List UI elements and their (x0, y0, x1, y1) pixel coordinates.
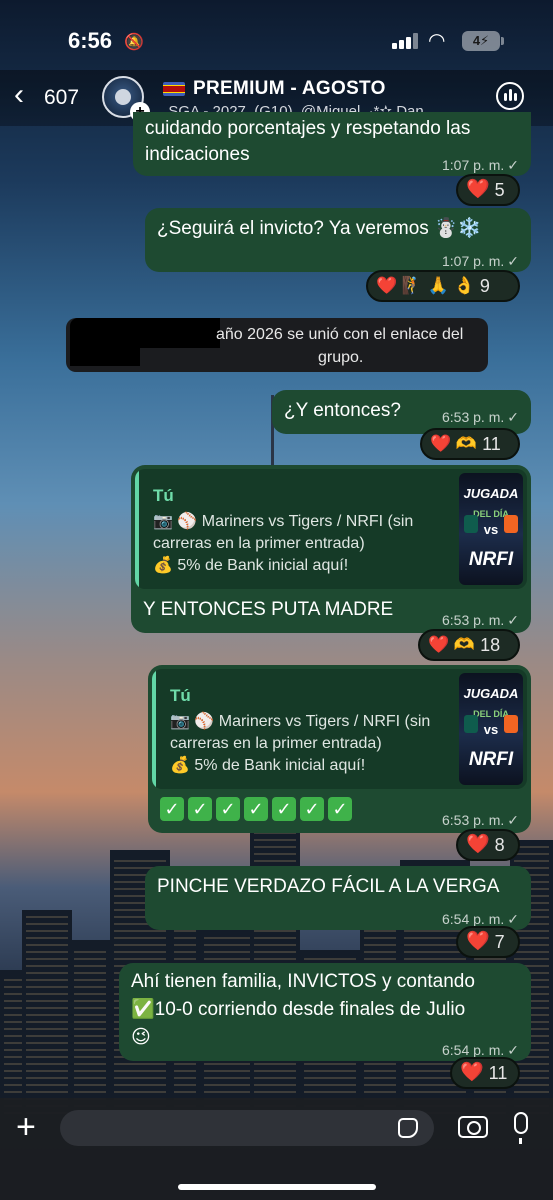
reaction-pill[interactable]: ❤️ 🫶 18 (418, 629, 520, 661)
message-composer: + (0, 1098, 553, 1200)
sticker-icon[interactable] (398, 1118, 418, 1138)
message-text: ¿Seguirá el invicto? Ya veremos ☃️❄️ (157, 218, 482, 239)
check-mark-icon: ✓ (272, 797, 296, 821)
message-text: ¿Y entonces? (284, 400, 401, 421)
redacted-name (70, 344, 140, 366)
camera-icon[interactable] (458, 1116, 488, 1138)
reply-message-bubble[interactable]: Tú 📷 ⚾ Mariners vs Tigers / NRFI (sin ca… (148, 665, 531, 833)
reaction-emojis: ❤️ 🫶 (430, 434, 478, 453)
tigers-logo-icon (504, 515, 518, 533)
reaction-count: 8 (494, 835, 505, 855)
thumbnail-tag: NRFI (468, 749, 514, 770)
reaction-count: 18 (480, 635, 501, 655)
message-bubble[interactable]: cuidando porcentajes y respetando las in… (133, 112, 531, 176)
message-bubble[interactable]: Ahí tienen familia, INVICTOS y contando … (119, 963, 531, 1061)
heart-reaction-icon: ❤️ (466, 931, 490, 952)
quote-text: carreras en la primer entrada) (153, 535, 365, 552)
bell-muted-icon: 🔕 (124, 34, 144, 51)
check-mark-icon: ✓ (216, 797, 240, 821)
system-text: año 2026 se unió con el enlace del (216, 326, 464, 343)
back-chevron-icon[interactable]: ‹ (14, 80, 24, 110)
flag-icon (163, 82, 185, 96)
microphone-icon[interactable] (514, 1112, 528, 1144)
reaction-pill[interactable]: ❤️ 🫶 11 (420, 428, 520, 460)
reaction-pill[interactable]: ❤️ 8 (456, 829, 520, 861)
heart-reaction-icon: ❤️ (460, 1062, 484, 1083)
reaction-emojis: ❤️ 🧗 🙏 👌 (376, 276, 475, 295)
reaction-count: 11 (488, 1063, 508, 1083)
check-mark-icon: ✓ (160, 797, 184, 821)
quote-text: 📷 ⚾ Mariners vs Tigers / NRFI (sin (170, 713, 431, 730)
message-bubble[interactable]: ¿Seguirá el invicto? Ya veremos ☃️❄️ 1:0… (145, 208, 531, 272)
system-text: grupo. (318, 349, 364, 366)
reaction-pill[interactable]: ❤️ 🧗 🙏 👌 9 (366, 270, 520, 302)
quote-text: 💰 5% de Bank inicial aquí! (153, 557, 349, 574)
message-text: indicaciones (145, 144, 250, 165)
reply-message-bubble[interactable]: Tú 📷 ⚾ Mariners vs Tigers / NRFI (sin ca… (131, 465, 531, 633)
heart-reaction-icon: ❤️ (466, 834, 490, 855)
quote-text: carreras en la primer entrada) (170, 735, 382, 752)
reaction-pill[interactable]: ❤️ 7 (456, 926, 520, 958)
quote-thumbnail: JUGADA DEL DÍA vs NRFI (459, 673, 523, 785)
system-message: año 2026 se unió con el enlace del grupo… (66, 318, 488, 372)
message-input[interactable] (60, 1110, 434, 1146)
tigers-logo-icon (504, 715, 518, 733)
quote-author: Tú (170, 686, 191, 705)
quote-text: 📷 ⚾ Mariners vs Tigers / NRFI (sin (153, 513, 414, 530)
voice-chat-icon[interactable] (496, 82, 524, 110)
message-text: PINCHE VERDAZO FÁCIL A LA VERGA (157, 876, 500, 897)
message-time: 6:53 p. m. ✓ (442, 409, 519, 425)
unread-count[interactable]: 607 (44, 86, 79, 110)
quote-thumbnail: JUGADA DEL DÍA vs NRFI (459, 473, 523, 585)
reaction-count: 5 (494, 180, 505, 200)
chat-title[interactable]: PREMIUM - AGOSTO (193, 78, 386, 100)
check-mark-icon: ✓ (244, 797, 268, 821)
cellular-signal-icon (392, 33, 422, 49)
status-time: 6:56 (68, 28, 113, 53)
thumbnail-title: JUGADA (463, 686, 519, 701)
reaction-count: 9 (479, 276, 490, 296)
check-mark-icon: ✓ (188, 797, 212, 821)
wifi-icon: ◠ (428, 30, 446, 52)
quote-author: Tú (153, 486, 174, 505)
message-text: Ahí tienen familia, INVICTOS y contando (131, 971, 475, 992)
quote-text: 💰 5% de Bank inicial aquí! (170, 757, 366, 774)
reaction-pill[interactable]: ❤️ 11 (450, 1057, 520, 1089)
reaction-pill[interactable]: ❤️ 5 (456, 174, 520, 206)
reaction-count: 7 (494, 932, 505, 952)
thumbnail-title: JUGADA (463, 486, 519, 501)
check-emoji-row: ✓ ✓ ✓ ✓ ✓ ✓ ✓ (160, 797, 352, 821)
thumbnail-tag: NRFI (468, 549, 514, 570)
heart-reaction-icon: ❤️ (466, 179, 490, 200)
battery-level: 4 (472, 33, 481, 48)
message-bubble[interactable]: PINCHE VERDAZO FÁCIL A LA VERGA 6:54 p. … (145, 866, 531, 930)
message-text: ✅10-0 corriendo desde finales de Julio (131, 999, 466, 1020)
plus-icon[interactable]: + (16, 1110, 36, 1144)
home-indicator (178, 1184, 376, 1190)
reaction-count: 11 (482, 434, 501, 454)
battery-icon: 4⚡ (462, 31, 504, 51)
message-text: cuidando porcentajes y respetando las (145, 118, 471, 139)
quoted-message[interactable]: Tú 📷 ⚾ Mariners vs Tigers / NRFI (sin ca… (135, 469, 527, 589)
message-text: 😉 (131, 1027, 151, 1048)
message-text: Y ENTONCES PUTA MADRE (143, 599, 394, 620)
reaction-emojis: ❤️ 🫶 (428, 635, 476, 654)
quoted-message[interactable]: Tú 📷 ⚾ Mariners vs Tigers / NRFI (sin ca… (152, 669, 527, 789)
status-bar: 6:56 🔕 ◠ 4⚡ (0, 0, 553, 70)
check-mark-icon: ✓ (300, 797, 324, 821)
check-mark-icon: ✓ (328, 797, 352, 821)
